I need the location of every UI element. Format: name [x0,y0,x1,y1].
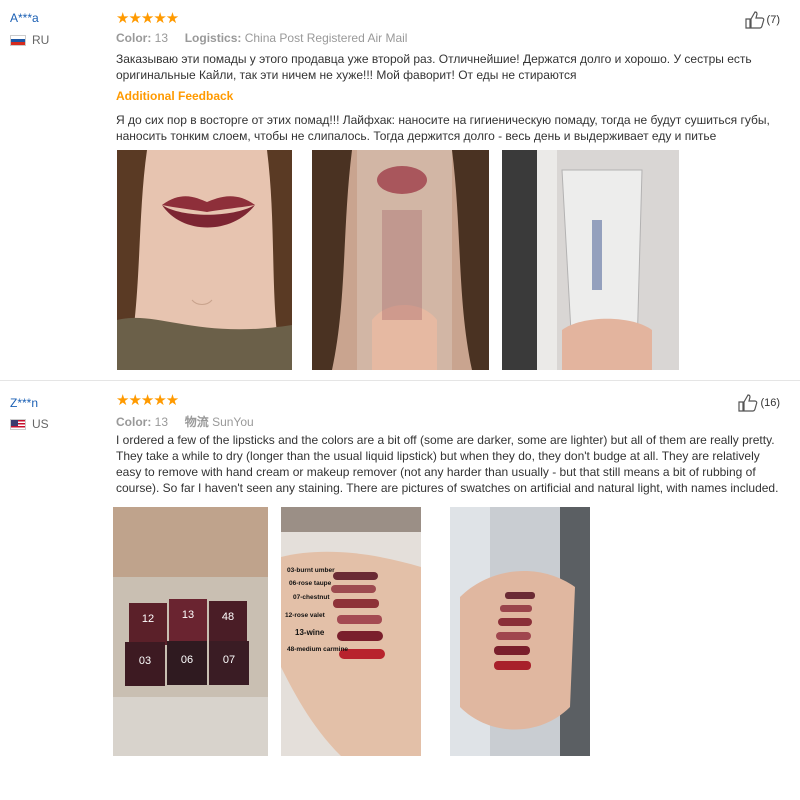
logistics-label: 物流 [184,415,209,429]
helpful-count: (7) [766,14,780,26]
box-number: 48 [222,611,234,623]
review-photo-5[interactable]: 03-burnt umber 06-rose taupe 07-chestnut… [281,507,421,756]
hand-swatches-photo-image [450,507,590,756]
reviewer-country: RU [10,33,49,47]
review-1: A***a RU ★★★★★ Color: 13 Logistics: Chin… [0,0,800,380]
glass-hand-photo-image [502,150,679,370]
box-number: 13 [182,609,194,621]
swatch-label: 03-burnt umber [287,567,335,574]
review-photo-1[interactable] [117,150,292,370]
review-text: Заказываю эти помады у этого продавца уж… [116,52,752,82]
review-photo-4[interactable]: 12 13 48 03 06 07 [113,507,268,756]
additional-feedback-title: Additional Feedback [116,89,234,103]
russia-flag-icon [10,34,26,46]
review-meta: Color: 13 物流 SunYou [116,413,254,430]
country-code: US [32,417,49,431]
review-photo-6[interactable] [450,507,590,756]
review-photo-3[interactable] [502,150,679,370]
color-value: 13 [154,31,169,45]
helpful-button[interactable]: (16) [738,394,780,412]
review-text: I ordered a few of the lipsticks and the… [116,433,779,495]
helpful-count: (16) [760,397,780,409]
box-number: 03 [139,655,151,667]
box-number: 06 [181,654,193,666]
logistics-value: China Post Registered Air Mail [244,31,408,45]
box-number: 12 [142,613,154,625]
swatch-label: 12-rose valet [285,612,326,619]
color-label: Color: [116,31,152,45]
logistics-label: Logistics: [184,31,242,45]
swatch-label: 06-rose taupe [289,580,332,587]
usa-flag-icon [10,418,26,430]
review-2: Z***n US ★★★★★ Color: 13 物流 SunYou (16) … [0,386,800,800]
color-value: 13 [154,415,169,429]
reviewer-country: US [10,417,49,431]
thumbs-up-icon [744,11,764,29]
arm-swatches-photo-image: 03-burnt umber 06-rose taupe 07-chestnut… [281,507,421,756]
swatch-label: 07-chestnut [293,594,330,601]
logistics-value: SunYou [212,415,254,429]
review-divider [0,380,800,381]
lips-photo-image [117,150,292,370]
swatch-label: 13-wine [295,628,325,637]
box-number: 07 [223,654,235,666]
helpful-button[interactable]: (7) [744,11,780,29]
additional-feedback-text: Я до сих пор в восторге от этих помад!!!… [116,113,770,143]
reviewer-name[interactable]: A***a [10,11,39,25]
swatch-label: 48-medium carmine [287,646,348,653]
star-rating: ★★★★★ [116,392,179,409]
star-rating: ★★★★★ [116,10,179,27]
color-label: Color: [116,415,152,429]
review-photo-2[interactable] [312,150,489,370]
glass-lips-photo-image [312,150,489,370]
reviewer-name[interactable]: Z***n [10,396,38,410]
thumbs-up-icon [738,394,758,412]
country-code: RU [32,33,50,47]
review-meta: Color: 13 Logistics: China Post Register… [116,31,407,45]
lipstick-boxes-photo-image: 12 13 48 03 06 07 [113,507,268,756]
